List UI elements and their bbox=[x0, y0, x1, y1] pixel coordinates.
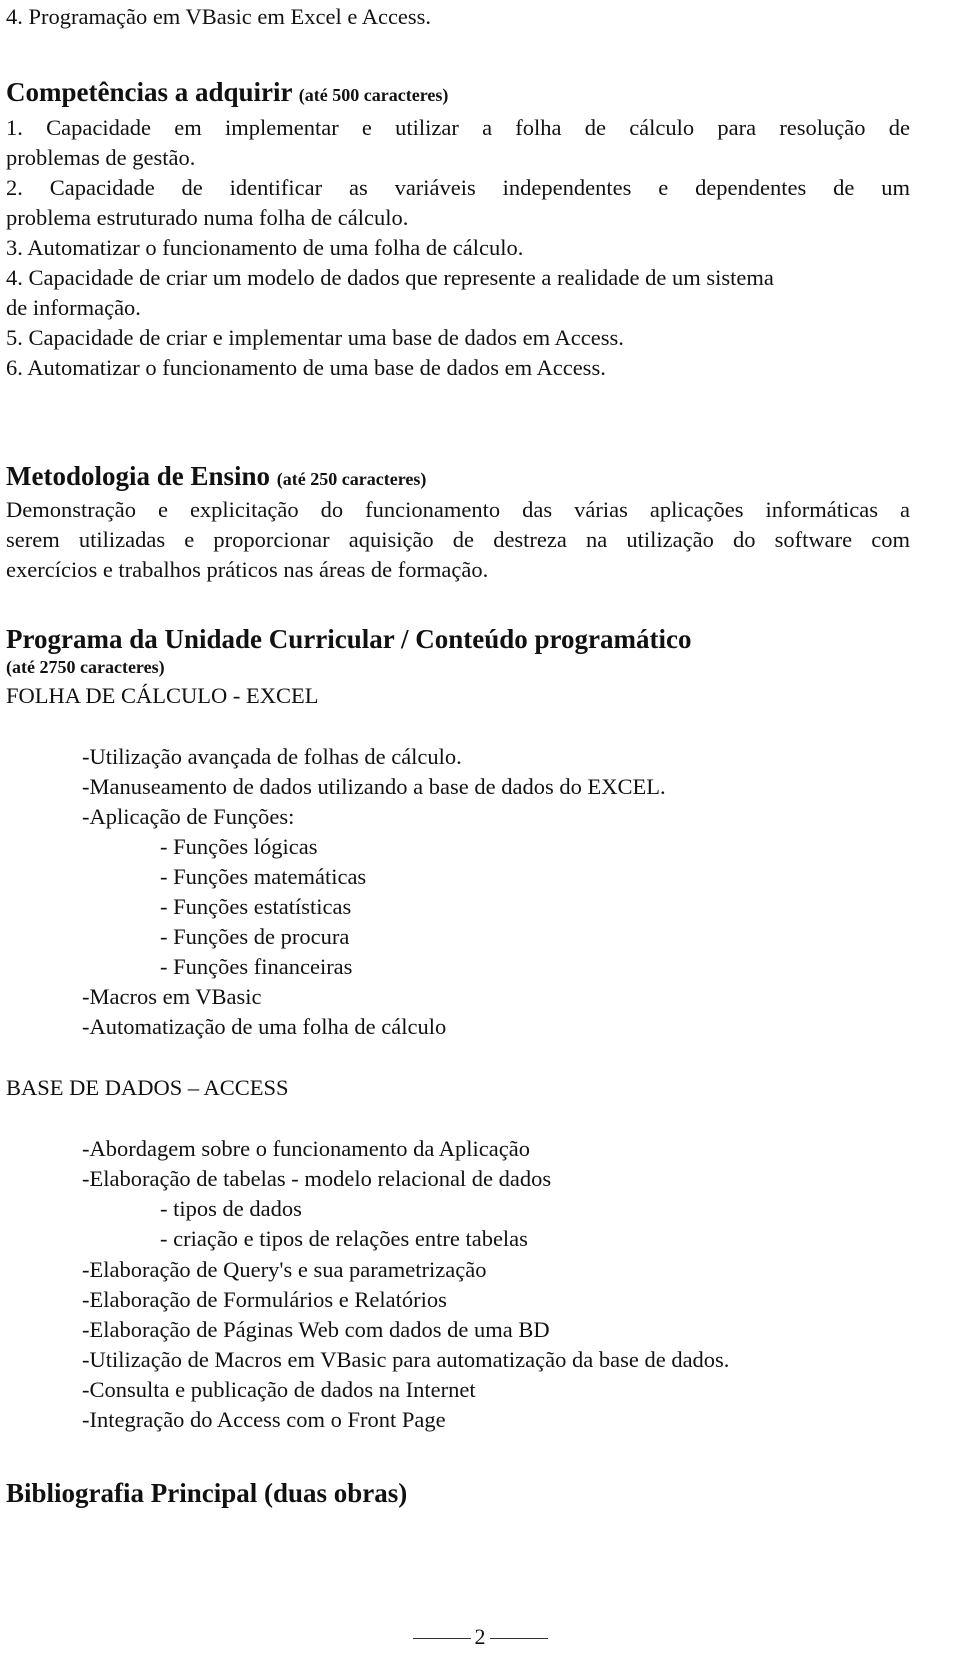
competencia-item-1-line2: problemas de gestão. bbox=[6, 145, 196, 170]
excel-subitem: - Funções de procura bbox=[160, 924, 350, 949]
competencia-item-1-line1: 1. Capacidade em implementar e utilizar … bbox=[6, 115, 910, 140]
excel-item: -Automatização de uma folha de cálculo bbox=[82, 1014, 447, 1039]
page-footer: 2 bbox=[0, 1622, 960, 1652]
competencia-item-4-line2: de informação. bbox=[6, 295, 141, 320]
access-item: -Utilização de Macros em VBasic para aut… bbox=[82, 1347, 730, 1372]
competencia-item-6: 6. Automatizar o funcionamento de uma ba… bbox=[6, 355, 606, 380]
excel-subitem: - Funções estatísticas bbox=[160, 894, 352, 919]
access-section-heading: BASE DE DADOS – ACCESS bbox=[6, 1075, 289, 1100]
excel-item: -Aplicação de Funções: bbox=[82, 804, 295, 829]
access-item: -Elaboração de Formulários e Relatórios bbox=[82, 1287, 447, 1312]
access-subitem: - tipos de dados bbox=[160, 1196, 302, 1221]
competencia-item-5: 5. Capacidade de criar e implementar uma… bbox=[6, 325, 624, 350]
footer-rule-right bbox=[489, 1638, 548, 1640]
access-item: -Elaboração de Query's e sua parametriza… bbox=[82, 1257, 487, 1282]
footer-rule-left bbox=[412, 1638, 471, 1640]
competencias-note: (até 500 caracteres) bbox=[298, 85, 449, 105]
competencia-item-2-line2: problema estruturado numa folha de cálcu… bbox=[6, 205, 409, 230]
access-item: -Abordagem sobre o funcionamento da Apli… bbox=[82, 1136, 530, 1161]
metodologia-note: (até 250 caracteres) bbox=[276, 469, 427, 489]
access-subitem: - criação e tipos de relações entre tabe… bbox=[160, 1226, 528, 1251]
programa-note: (até 2750 caracteres) bbox=[6, 657, 165, 677]
metodologia-title: Metodologia de Ensino bbox=[6, 461, 271, 491]
excel-subitem: - Funções financeiras bbox=[160, 954, 353, 979]
access-item: -Consulta e publicação de dados na Inter… bbox=[82, 1377, 476, 1402]
page-number: 2 bbox=[474, 1624, 486, 1649]
metodologia-line-1: Demonstração e explicitação do funcionam… bbox=[6, 497, 910, 522]
competencias-title: Competências a adquirir bbox=[6, 77, 293, 107]
metodologia-heading: Metodologia de Ensino (até 250 caractere… bbox=[6, 459, 426, 496]
competencias-heading: Competências a adquirir (até 500 caracte… bbox=[6, 75, 448, 112]
competencia-item-3: 3. Automatizar o funcionamento de uma fo… bbox=[6, 235, 524, 260]
access-item: -Elaboração de tabelas - modelo relacion… bbox=[82, 1166, 552, 1191]
access-item: -Elaboração de Páginas Web com dados de … bbox=[82, 1317, 550, 1342]
excel-section-heading: FOLHA DE CÁLCULO - EXCEL bbox=[6, 683, 319, 708]
competencia-item-4-line1: 4. Capacidade de criar um modelo de dado… bbox=[6, 265, 774, 290]
metodologia-line-3: exercícios e trabalhos práticos nas área… bbox=[6, 557, 489, 582]
excel-subitem: - Funções lógicas bbox=[160, 834, 318, 859]
excel-item: -Utilização avançada de folhas de cálcul… bbox=[82, 744, 462, 769]
previous-item-line: 4. Programação em VBasic em Excel e Acce… bbox=[6, 4, 432, 29]
excel-item: -Macros em VBasic bbox=[82, 984, 262, 1009]
metodologia-line-2: serem utilizadas e proporcionar aquisiçã… bbox=[6, 527, 910, 552]
excel-subitem: - Funções matemáticas bbox=[160, 864, 367, 889]
excel-item: -Manuseamento de dados utilizando a base… bbox=[82, 774, 666, 799]
programa-title: Programa da Unidade Curricular / Conteúd… bbox=[6, 624, 692, 654]
access-item: -Integração do Access com o Front Page bbox=[82, 1407, 446, 1432]
bibliografia-heading: Bibliografia Principal (duas obras) bbox=[6, 1478, 408, 1508]
competencia-item-2-line1: 2. Capacidade de identificar as variávei… bbox=[6, 175, 910, 200]
